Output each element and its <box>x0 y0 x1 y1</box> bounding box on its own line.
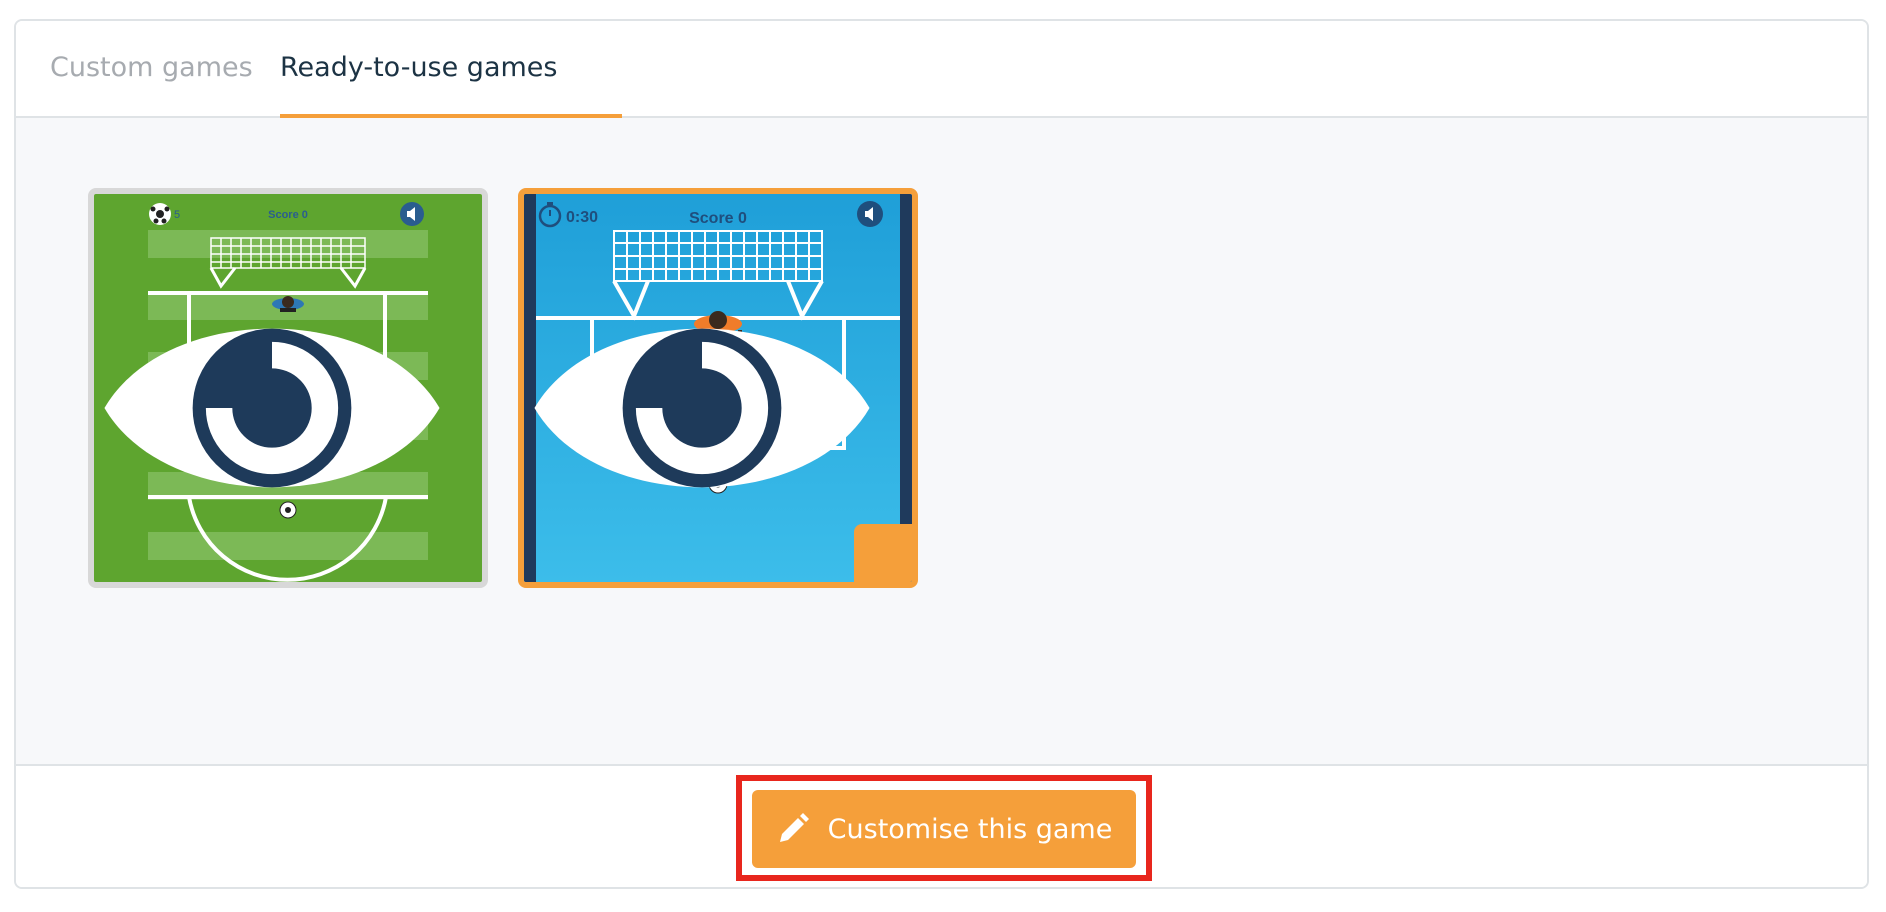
pencil-icon <box>779 813 809 842</box>
eye-icon[interactable] <box>518 214 896 588</box>
footer-bar: Customise this game <box>16 766 1867 887</box>
tab-ready-to-use-games[interactable]: Ready-to-use games <box>280 21 557 118</box>
game-card-penalty-green[interactable]: 5 Score 0 <box>88 188 488 588</box>
game-gallery: 5 Score 0 0:30 Score 0 <box>16 118 1867 766</box>
customise-game-button[interactable]: Customise this game <box>752 790 1136 868</box>
tab-custom-games[interactable]: Custom games <box>50 21 253 118</box>
eye-icon[interactable] <box>88 214 466 588</box>
selected-badge <box>854 524 912 582</box>
games-panel: Custom games Ready-to-use games 5 Score … <box>14 19 1869 889</box>
game-card-penalty-blue[interactable]: 0:30 Score 0 <box>518 188 918 588</box>
game-type-tabs: Custom games Ready-to-use games <box>16 21 1867 118</box>
checkmark-icon <box>854 524 918 588</box>
customise-game-label: Customise this game <box>827 813 1113 845</box>
